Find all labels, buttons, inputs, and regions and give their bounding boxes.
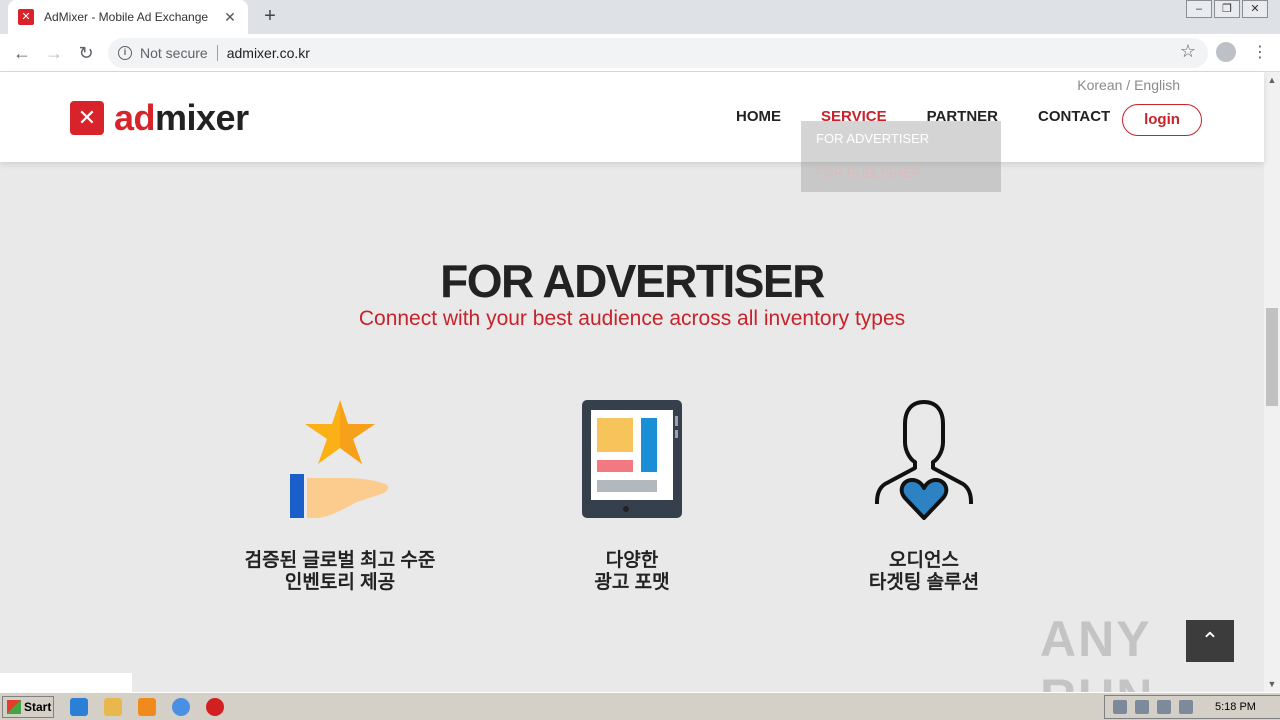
browser-tabstrip: ✕ AdMixer - Mobile Ad Exchange ✕ + ‒ ❐ ✕ <box>0 0 1280 34</box>
page-title: FOR ADVERTISER <box>440 255 825 307</box>
nav-home[interactable]: HOME <box>736 108 781 125</box>
new-tab-button[interactable]: + <box>258 4 282 28</box>
tab-title: AdMixer - Mobile Ad Exchange <box>44 10 209 24</box>
taskbar-clock[interactable]: 5:18 PM <box>1215 701 1256 713</box>
feature-label: 다양한 광고 포맷 <box>594 550 670 593</box>
antivirus-icon[interactable] <box>206 698 224 716</box>
network-icon[interactable] <box>1135 700 1149 714</box>
feature-label: 오디언스 타겟팅 솔루션 <box>868 550 980 593</box>
browser-toolbar: ← → ↻ i Not secure admixer.co.kr ☆ <box>0 34 1280 72</box>
bookmark-star-icon[interactable]: ☆ <box>1180 41 1196 62</box>
tablet-ad-icon <box>582 400 682 518</box>
login-button[interactable]: login <box>1122 104 1202 136</box>
scroll-top-button[interactable]: ⌃ <box>1186 620 1234 662</box>
info-icon[interactable]: i <box>118 46 132 60</box>
scroll-thumb[interactable] <box>1266 308 1278 406</box>
security-label: Not secure <box>140 45 208 61</box>
media-player-icon[interactable] <box>138 698 156 716</box>
admixer-logo[interactable]: ✕ admixer <box>70 97 249 139</box>
windows-taskbar: Start 5:18 PM <box>0 692 1280 720</box>
feature-audience-targeting: 오디언스 타겟팅 솔루션 <box>794 398 1054 594</box>
browser-menu-icon[interactable]: ⋮ <box>1252 42 1268 62</box>
ie-icon[interactable] <box>70 698 88 716</box>
volume-icon[interactable] <box>1157 700 1171 714</box>
url-text[interactable]: admixer.co.kr <box>227 45 310 61</box>
reload-button[interactable]: ↻ <box>74 41 98 65</box>
feature-ad-formats: 다양한 광고 포맷 <box>502 398 762 594</box>
main-content: FOR ADVERTISER Connect with your best au… <box>0 162 1264 720</box>
forward-button[interactable]: → <box>42 41 66 65</box>
dropdown-for-publisher[interactable]: FOR PUBLISHER <box>816 165 986 199</box>
language-switch[interactable]: Korean / English <box>1077 77 1180 93</box>
tray-expand-icon[interactable] <box>1113 700 1127 714</box>
feature-inventory: 검증된 글로벌 최고 수준 인벤토리 제공 <box>210 398 470 594</box>
person-heart-icon <box>875 400 973 520</box>
dropdown-for-advertiser[interactable]: FOR ADVERTISER <box>816 131 986 165</box>
start-button[interactable]: Start <box>2 696 54 718</box>
address-bar[interactable]: i Not secure admixer.co.kr ☆ <box>108 38 1208 68</box>
service-dropdown: FOR ADVERTISER FOR PUBLISHER <box>801 121 1001 192</box>
close-window-button[interactable]: ✕ <box>1242 0 1268 18</box>
flag-icon[interactable] <box>1179 700 1193 714</box>
nav-contact[interactable]: CONTACT <box>1038 108 1110 125</box>
explorer-icon[interactable] <box>104 698 122 716</box>
system-tray: 5:18 PM <box>1104 695 1280 719</box>
back-button[interactable]: ← <box>10 41 34 65</box>
admixer-favicon-icon: ✕ <box>18 9 34 25</box>
minimize-button[interactable]: ‒ <box>1186 0 1212 18</box>
scroll-up-arrow-icon[interactable]: ▲ <box>1264 72 1280 88</box>
page-subtitle: Connect with your best audience across a… <box>358 307 906 330</box>
browser-tab[interactable]: ✕ AdMixer - Mobile Ad Exchange ✕ <box>8 0 248 34</box>
blank-area <box>0 673 132 692</box>
logo-text: admixer <box>114 97 249 138</box>
site-header: ✕ admixer Korean / English HOME SERVICE … <box>0 72 1264 162</box>
page-scrollbar[interactable]: ▲ ▼ <box>1264 72 1280 692</box>
feature-label: 검증된 글로벌 최고 수준 인벤토리 제공 <box>244 550 436 593</box>
restore-button[interactable]: ❐ <box>1214 0 1240 18</box>
close-tab-icon[interactable]: ✕ <box>222 9 238 26</box>
star-hand-icon <box>290 400 389 518</box>
window-controls: ‒ ❐ ✕ <box>1184 0 1268 18</box>
scroll-down-arrow-icon[interactable]: ▼ <box>1264 676 1280 692</box>
omnibox-divider <box>216 45 218 61</box>
chrome-icon[interactable] <box>172 698 190 716</box>
profile-avatar-icon[interactable] <box>1216 42 1236 62</box>
admixer-logo-mark-icon: ✕ <box>70 101 104 135</box>
windows-logo-icon <box>7 700 21 714</box>
